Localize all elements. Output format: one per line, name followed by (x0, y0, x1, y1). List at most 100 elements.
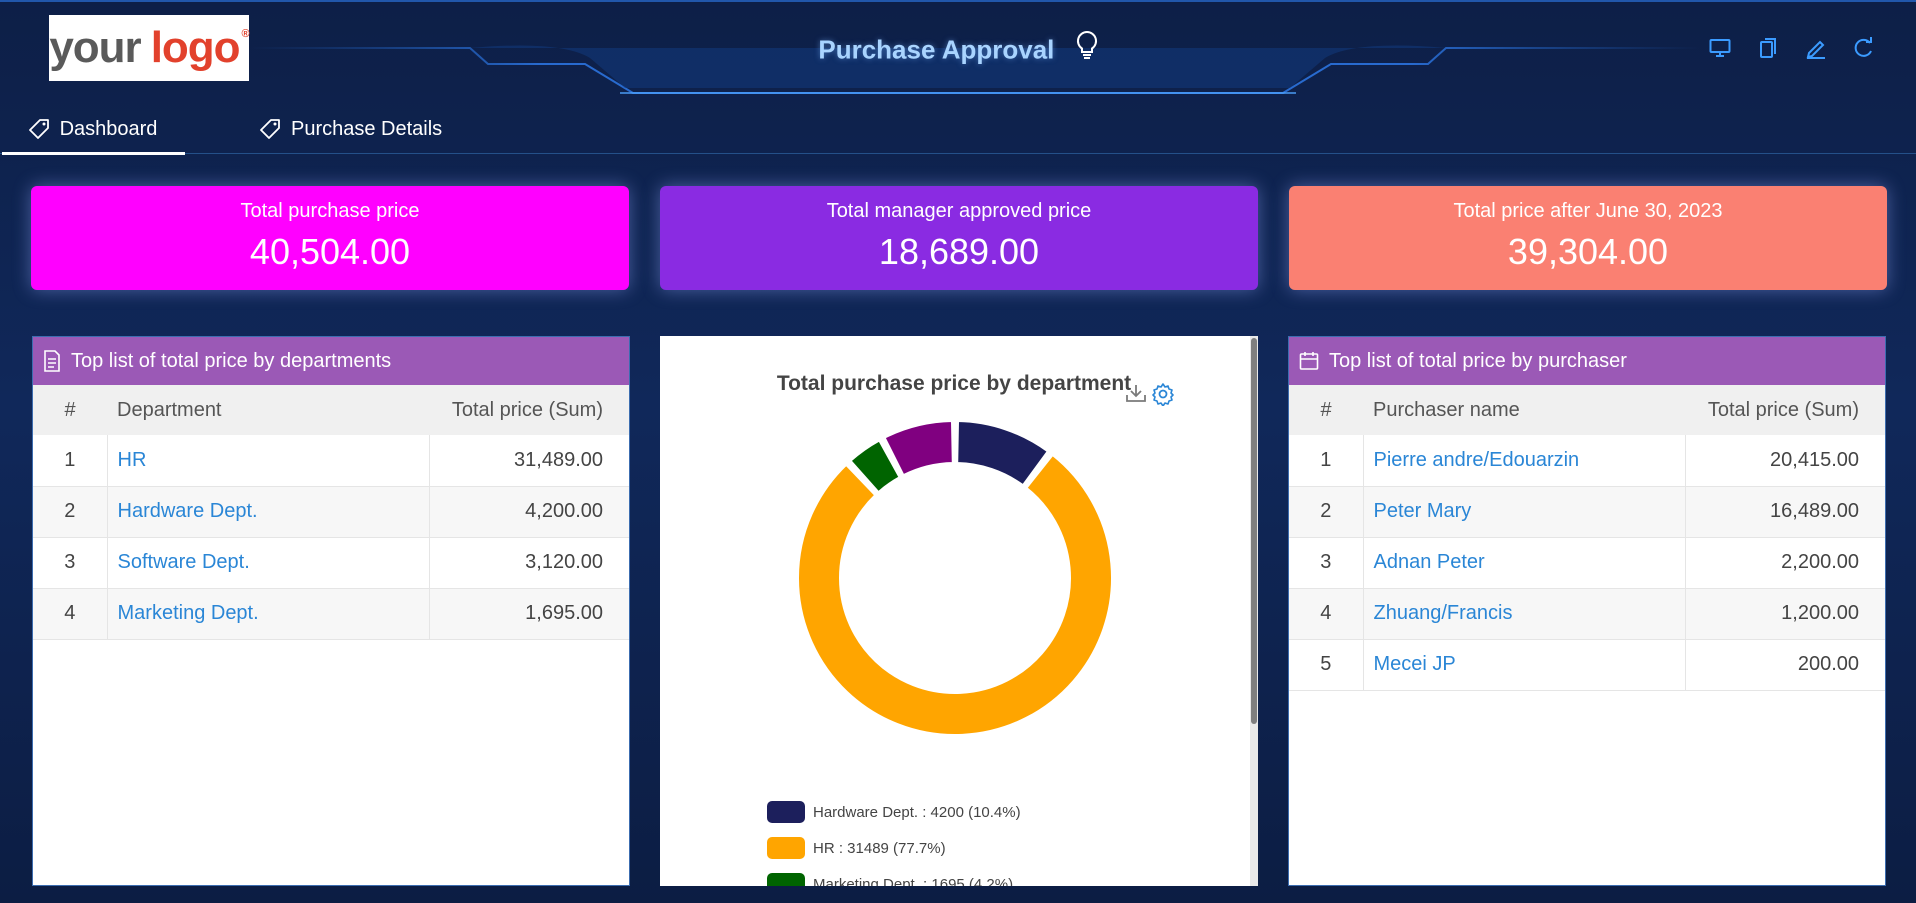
row-value: 20,415.00 (1770, 448, 1859, 471)
kpi-total-manager-approved-price: Total manager approved price 18,689.00 (660, 186, 1258, 290)
purchaser-panel-header: Top list of total price by purchaser (1289, 337, 1885, 385)
table-row[interactable]: 1 Pierre andre/Edouarzin 20,415.00 (1289, 435, 1885, 486)
row-name-cell: Zhuang/Francis (1363, 588, 1686, 639)
tab-bar: Dashboard Purchase Details (0, 104, 1916, 155)
monitor-icon[interactable] (1708, 36, 1732, 60)
row-name-cell: Pierre andre/Edouarzin (1363, 435, 1686, 486)
department-link[interactable]: Hardware Dept. (118, 500, 258, 522)
table-row[interactable]: 3 Software Dept. 3,120.00 (33, 537, 629, 588)
kpi-total-price-after-date: Total price after June 30, 2023 39,304.0… (1289, 186, 1887, 290)
column-header-total-price[interactable]: Total price (Sum) (1685, 385, 1885, 435)
column-header-purchaser-name[interactable]: Purchaser name (1363, 385, 1685, 435)
calendar-icon (1299, 351, 1319, 371)
row-rank: 3 (1289, 537, 1364, 588)
table-row[interactable]: 1 HR 31,489.00 (33, 435, 629, 486)
column-header-rank[interactable]: # (33, 385, 107, 435)
row-value: 3,120.00 (525, 551, 603, 573)
legend-swatch (767, 873, 805, 886)
row-name-cell: Hardware Dept. (107, 486, 430, 537)
departments-panel: Top list of total price by departments #… (32, 336, 630, 886)
table-header-row: # Department Total price (Sum) (33, 385, 629, 435)
department-link[interactable]: Software Dept. (118, 551, 250, 573)
row-name-cell: Mecei JP (1363, 639, 1686, 690)
scrollbar-thumb[interactable] (1251, 338, 1257, 724)
row-value: 200.00 (1797, 653, 1859, 675)
page-title: Purchase Approval (0, 30, 1916, 70)
row-name-cell: Adnan Peter (1363, 537, 1686, 588)
chart-legend: Hardware Dept. : 4200 (10.4%) HR : 31489 … (767, 794, 1021, 886)
column-header-department[interactable]: Department (107, 385, 429, 435)
legend-item[interactable]: Hardware Dept. : 4200 (10.4%) (767, 794, 1021, 830)
row-rank: 4 (1289, 588, 1364, 639)
row-value: 16,489.00 (1770, 500, 1859, 522)
row-name-cell: HR (107, 435, 430, 486)
row-value: 31,489.00 (514, 448, 603, 471)
table-row[interactable]: 2 Peter Mary 16,489.00 (1289, 486, 1885, 537)
legend-item[interactable]: HR : 31489 (77.7%) (767, 830, 1021, 866)
departments-panel-title: Top list of total price by departments (71, 349, 392, 372)
table-row[interactable]: 4 Zhuang/Francis 1,200.00 (1289, 588, 1885, 639)
tab-dashboard[interactable]: Dashboard (0, 104, 185, 155)
row-value: 1,695.00 (525, 602, 603, 624)
department-link[interactable]: Marketing Dept. (118, 602, 259, 624)
kpi-label: Total price after June 30, 2023 (1453, 200, 1723, 222)
column-header-total-price[interactable]: Total price (Sum) (429, 385, 629, 435)
table-row[interactable]: 4 Marketing Dept. 1,695.00 (33, 588, 629, 639)
row-value: 2,200.00 (1781, 551, 1859, 573)
row-name-cell: Marketing Dept. (107, 588, 430, 639)
refresh-icon[interactable] (1852, 36, 1876, 60)
document-icon (43, 350, 61, 372)
department-link[interactable]: HR (118, 449, 147, 471)
row-rank: 3 (33, 537, 108, 588)
purchaser-link[interactable]: Mecei JP (1374, 653, 1456, 675)
departments-table: # Department Total price (Sum) 1 HR 31,4… (33, 385, 629, 640)
department-donut-chart (797, 420, 1113, 736)
row-rank: 1 (1289, 435, 1364, 486)
tag-icon (28, 118, 50, 140)
legend-swatch (767, 801, 805, 823)
tab-purchase-details-label: Purchase Details (291, 117, 443, 140)
table-header-row: # Purchaser name Total price (Sum) (1289, 385, 1885, 435)
purchaser-link[interactable]: Zhuang/Francis (1374, 602, 1513, 624)
row-value: 4,200.00 (525, 500, 603, 522)
purchaser-link[interactable]: Pierre andre/Edouarzin (1374, 449, 1580, 471)
copy-icon[interactable] (1756, 36, 1780, 60)
donut-slice-hardware-dept[interactable] (956, 420, 1049, 487)
tab-dashboard-label: Dashboard (59, 117, 158, 140)
kpi-value: 18,689.00 (878, 231, 1040, 272)
legend-item[interactable]: Marketing Dept. : 1695 (4.2%) (767, 866, 1021, 886)
row-rank: 4 (33, 588, 108, 639)
header-toolbar (1708, 36, 1876, 60)
purchaser-panel: Top list of total price by purchaser # P… (1288, 336, 1886, 886)
row-name-cell: Peter Mary (1363, 486, 1686, 537)
table-row[interactable]: 3 Adnan Peter 2,200.00 (1289, 537, 1885, 588)
row-name-cell: Software Dept. (107, 537, 430, 588)
donut-slice-hr[interactable] (797, 454, 1113, 736)
legend-label: Marketing Dept. : 1695 (4.2%) (813, 875, 1014, 887)
kpi-total-purchase-price: Total purchase price 40,504.00 (31, 186, 629, 290)
kpi-label: Total manager approved price (826, 200, 1092, 222)
lightbulb-icon[interactable] (1076, 30, 1098, 67)
row-rank: 1 (33, 435, 108, 486)
kpi-value: 39,304.00 (1507, 231, 1669, 272)
purchaser-table: # Purchaser name Total price (Sum) 1 Pie… (1289, 385, 1885, 691)
tag-icon (259, 118, 281, 140)
edit-icon[interactable] (1804, 36, 1828, 60)
table-row[interactable]: 5 Mecei JP 200.00 (1289, 639, 1885, 690)
purchaser-panel-title: Top list of total price by purchaser (1329, 349, 1627, 372)
legend-label: HR : 31489 (77.7%) (813, 839, 946, 857)
table-row[interactable]: 2 Hardware Dept. 4,200.00 (33, 486, 629, 537)
purchaser-link[interactable]: Peter Mary (1374, 500, 1472, 522)
tab-purchase-details[interactable]: Purchase Details (235, 104, 466, 154)
row-rank: 5 (1289, 639, 1364, 690)
kpi-value: 40,504.00 (249, 231, 411, 272)
header: your logo ® Purchase Approval (0, 0, 1916, 100)
legend-label: Hardware Dept. : 4200 (10.4%) (813, 803, 1021, 821)
page-title-text: Purchase Approval (818, 34, 1055, 65)
legend-swatch (767, 837, 805, 859)
chart-scrollbar[interactable] (1250, 336, 1258, 886)
column-header-rank[interactable]: # (1289, 385, 1363, 435)
row-value: 1,200.00 (1781, 602, 1859, 624)
departments-panel-header: Top list of total price by departments (33, 337, 629, 385)
purchaser-link[interactable]: Adnan Peter (1374, 551, 1485, 573)
